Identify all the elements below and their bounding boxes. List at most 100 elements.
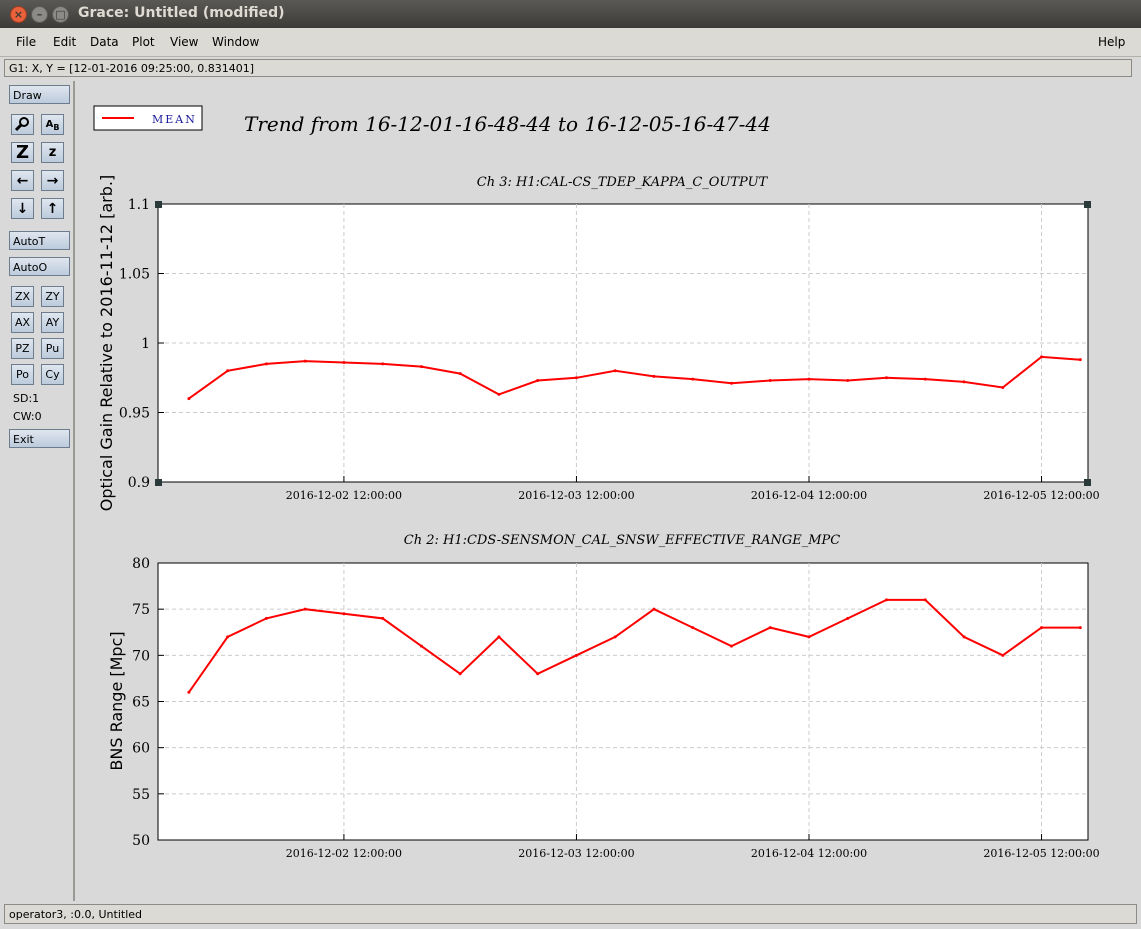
title-bar: × – □ Grace: Untitled (modified) — [0, 0, 1141, 28]
autot-button[interactable]: AutoT — [9, 231, 70, 250]
zx-button[interactable]: ZX — [11, 286, 34, 307]
coordinate-readout: G1: X, Y = [12-01-2016 09:25:00, 0.83140… — [4, 59, 1132, 77]
y-tick-label: 55 — [132, 787, 150, 803]
minimize-window-icon[interactable]: – — [31, 6, 48, 23]
plot-canvas[interactable]: MEAN Trend from 16-12-01-16-48-44 to 16-… — [76, 81, 1134, 901]
data-point — [226, 635, 230, 639]
data-point — [962, 380, 966, 384]
autoscale-text-icon[interactable]: AB — [41, 114, 64, 135]
y-tick-label: 1 — [141, 336, 150, 352]
data-point — [691, 626, 695, 630]
data-point — [846, 379, 850, 383]
x-tick-label: 2016-12-05 12:00:00 — [983, 847, 1099, 860]
maximize-window-icon[interactable]: □ — [52, 6, 69, 23]
menu-data[interactable]: Data — [90, 35, 119, 49]
pu-button[interactable]: Pu — [41, 338, 64, 359]
data-point — [187, 690, 191, 694]
data-point — [923, 377, 927, 381]
data-point — [187, 397, 191, 401]
data-point — [536, 379, 540, 383]
data-point — [303, 359, 307, 363]
data-point — [1040, 626, 1044, 630]
x-tick-label: 2016-12-02 12:00:00 — [286, 489, 402, 502]
po-button[interactable]: Po — [11, 364, 34, 385]
autoo-button[interactable]: AutoO — [9, 257, 70, 276]
x-tick-label: 2016-12-04 12:00:00 — [751, 489, 867, 502]
selection-handle-icon[interactable] — [155, 479, 162, 486]
data-point — [419, 644, 423, 648]
data-point — [807, 377, 811, 381]
data-point — [574, 376, 578, 380]
x-tick-label: 2016-12-03 12:00:00 — [518, 489, 634, 502]
zoom-icon[interactable] — [11, 114, 34, 135]
menu-window[interactable]: Window — [212, 35, 259, 49]
zoom-z-small-icon[interactable]: z — [41, 142, 64, 163]
zy-button[interactable]: ZY — [41, 286, 64, 307]
arrow-down-icon[interactable]: ↓ — [11, 198, 34, 219]
data-point — [303, 607, 307, 611]
data-point — [381, 362, 385, 366]
exit-button[interactable]: Exit — [9, 429, 70, 448]
menu-view[interactable]: View — [170, 35, 198, 49]
data-point — [768, 379, 772, 383]
data-point — [1078, 358, 1082, 362]
data-point — [807, 635, 811, 639]
data-point — [729, 381, 733, 385]
close-window-icon[interactable]: × — [10, 6, 27, 23]
data-point — [729, 644, 733, 648]
data-point — [613, 635, 617, 639]
figure-svg: MEAN Trend from 16-12-01-16-48-44 to 16-… — [93, 105, 1100, 860]
y-tick-label: 60 — [132, 741, 150, 757]
data-point — [885, 376, 889, 380]
menu-help[interactable]: Help — [1098, 35, 1125, 49]
selection-handle-icon[interactable] — [1084, 479, 1091, 486]
x-tick-label: 2016-12-05 12:00:00 — [983, 489, 1099, 502]
data-point — [264, 362, 268, 366]
y-tick-label: 70 — [132, 648, 150, 664]
window-title: Grace: Untitled (modified) — [78, 5, 285, 21]
arrow-left-icon[interactable]: ← — [11, 170, 34, 191]
draw-button[interactable]: Draw — [9, 85, 70, 104]
data-point — [613, 369, 617, 373]
x-tick-label: 2016-12-04 12:00:00 — [751, 847, 867, 860]
data-point — [691, 377, 695, 381]
menu-plot[interactable]: Plot — [132, 35, 155, 49]
data-point — [885, 598, 889, 602]
data-point — [923, 598, 927, 602]
ax-button[interactable]: AX — [11, 312, 34, 333]
menu-edit[interactable]: Edit — [53, 35, 76, 49]
chart2-title: Ch 2: H1:CDS-SENSMON_CAL_SNSW_EFFECTIVE_… — [404, 533, 841, 548]
y-tick-label: 1.05 — [119, 267, 150, 283]
data-point — [342, 612, 346, 616]
chart2-y-axis-label: BNS Range [Mpc] — [107, 631, 126, 770]
arrow-up-icon[interactable]: ↑ — [41, 198, 64, 219]
data-point — [419, 365, 423, 369]
selection-handle-icon[interactable] — [1084, 201, 1091, 208]
data-point — [652, 374, 656, 378]
data-point — [226, 369, 230, 373]
data-point — [458, 672, 462, 676]
legend-label: MEAN — [152, 113, 197, 126]
sd-label: SD:1 — [13, 392, 40, 405]
pz-button[interactable]: PZ — [11, 338, 34, 359]
data-point — [846, 616, 850, 620]
data-point — [342, 360, 346, 364]
cy-button[interactable]: Cy — [41, 364, 64, 385]
data-point — [264, 616, 268, 620]
chart1-y-ticks: 0.9 0.95 1 1.05 1.1 — [119, 197, 164, 491]
data-point — [1040, 355, 1044, 359]
status-bar: operator3, :0.0, Untitled — [4, 904, 1137, 924]
data-point — [1001, 653, 1005, 657]
y-tick-label: 80 — [132, 556, 150, 572]
data-point — [768, 626, 772, 630]
y-tick-label: 1.1 — [128, 197, 150, 213]
menu-bar: File Edit Data Plot View Window Help — [0, 28, 1141, 57]
selection-handle-icon[interactable] — [155, 201, 162, 208]
arrow-right-icon[interactable]: → — [41, 170, 64, 191]
zoom-z-large-icon[interactable]: Z — [11, 142, 34, 163]
cw-label: CW:0 — [13, 410, 42, 423]
data-point — [962, 635, 966, 639]
menu-file[interactable]: File — [16, 35, 36, 49]
ay-button[interactable]: AY — [41, 312, 64, 333]
y-tick-label: 0.9 — [128, 475, 150, 491]
